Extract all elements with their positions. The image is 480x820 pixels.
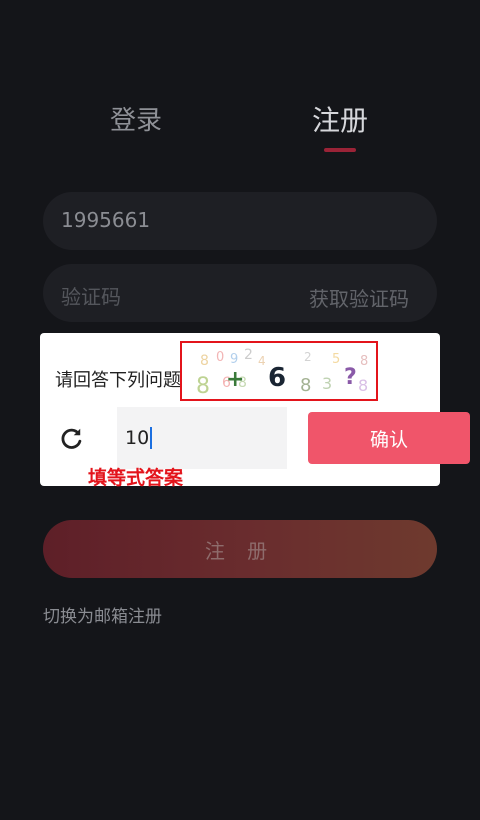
tab-register[interactable]: 注册 bbox=[312, 99, 368, 139]
tab-login[interactable]: 登录 bbox=[110, 100, 162, 137]
svg-text:8: 8 bbox=[360, 354, 368, 369]
captcha-answer-input[interactable]: 10 bbox=[117, 407, 287, 469]
code-placeholder: 验证码 bbox=[61, 285, 121, 309]
verification-code-field[interactable]: 验证码 获取验证码 bbox=[43, 264, 437, 322]
register-button[interactable]: 注 册 bbox=[43, 520, 437, 578]
phone-field[interactable]: 1995661 bbox=[43, 192, 437, 250]
confirm-button[interactable]: 确认 bbox=[308, 412, 470, 464]
svg-text:0: 0 bbox=[216, 350, 224, 365]
svg-text:8: 8 bbox=[358, 376, 368, 395]
phone-value: 1995661 bbox=[61, 208, 151, 232]
captcha-question-label: 请回答下列问题 bbox=[55, 370, 181, 391]
captcha-image[interactable]: 8 0 9 2 4 2 5 8 8 6 8 8 3 8 + 6 ? bbox=[180, 341, 378, 401]
svg-text:4: 4 bbox=[258, 354, 266, 368]
auth-tabs: 登录 注册 bbox=[0, 100, 480, 160]
captcha-main-digit: 6 bbox=[268, 363, 287, 393]
svg-text:8: 8 bbox=[196, 374, 210, 399]
text-caret bbox=[150, 427, 153, 449]
svg-text:3: 3 bbox=[322, 374, 332, 393]
switch-to-email-link[interactable]: 切换为邮箱注册 bbox=[43, 602, 162, 627]
captcha-modal: 请回答下列问题 8 0 9 2 4 2 5 8 8 6 8 8 3 8 + 6 … bbox=[40, 333, 470, 489]
captcha-question-mark: ? bbox=[344, 365, 357, 390]
refresh-icon[interactable] bbox=[58, 425, 84, 451]
svg-text:2: 2 bbox=[244, 347, 253, 363]
captcha-hint: 填等式答案 bbox=[88, 467, 184, 489]
svg-text:8: 8 bbox=[200, 353, 209, 369]
get-code-button[interactable]: 获取验证码 bbox=[309, 283, 409, 312]
active-tab-indicator bbox=[324, 148, 356, 152]
svg-text:9: 9 bbox=[230, 352, 238, 367]
svg-text:2: 2 bbox=[304, 350, 312, 364]
svg-text:5: 5 bbox=[332, 352, 340, 367]
svg-text:8: 8 bbox=[300, 375, 311, 396]
captcha-operator: + bbox=[226, 367, 245, 392]
captcha-answer-value: 10 bbox=[125, 427, 150, 449]
